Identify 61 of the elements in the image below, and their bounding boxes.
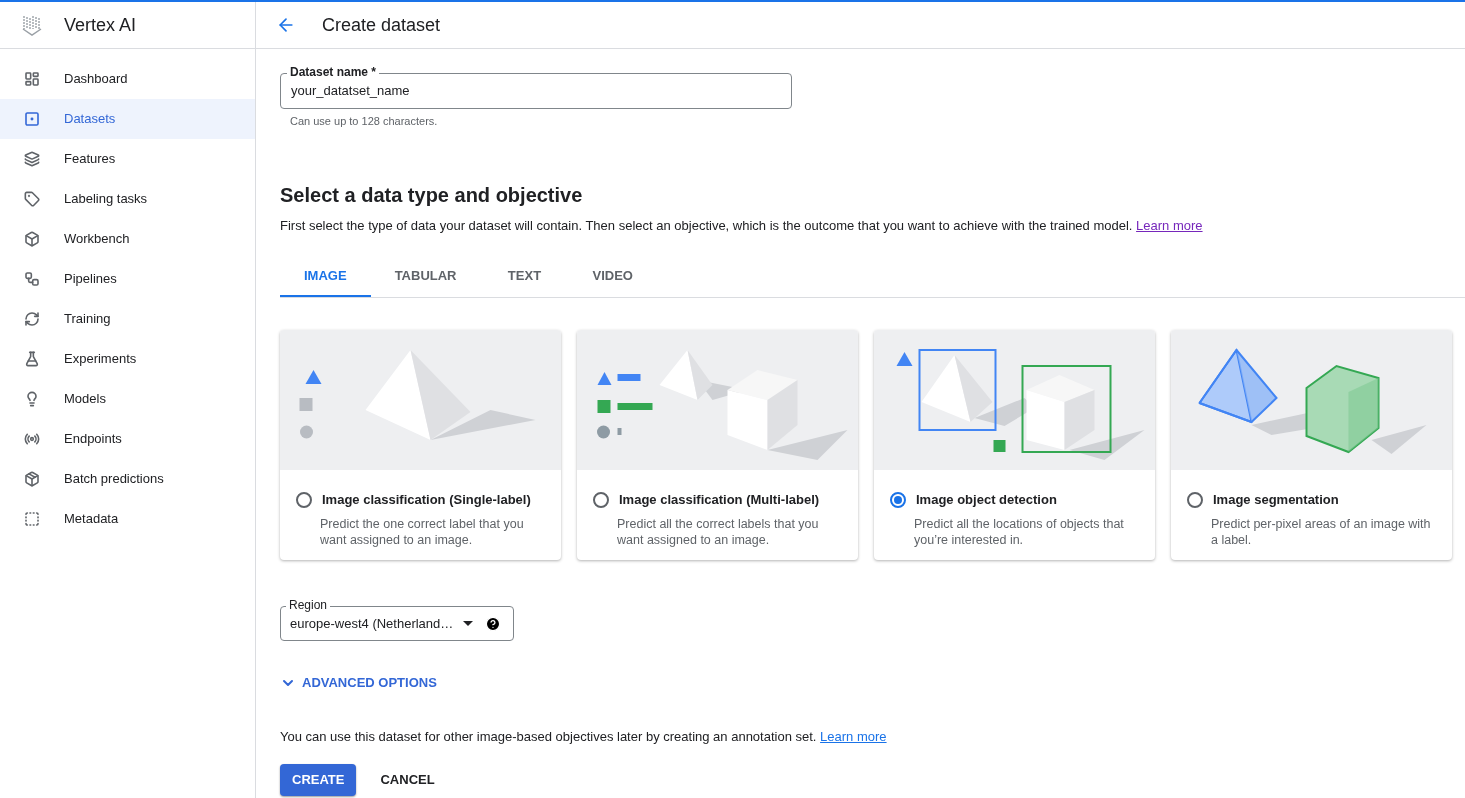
radio-button[interactable] [593,491,609,508]
objective-title: Image object detection [916,491,1057,509]
flask-icon [24,351,40,367]
sidebar-item[interactable]: Experiments [0,339,255,379]
radio-button[interactable] [1187,491,1203,508]
tag-icon [24,191,40,207]
package-icon [24,471,40,487]
field-value: your_datatset_name [291,82,410,101]
sidebar-item[interactable]: Batch predictions [0,459,255,499]
sidebar-item[interactable]: Pipelines [0,259,255,299]
layers-icon [24,151,40,167]
sidebar-item[interactable]: Models [0,379,255,419]
cancel-button[interactable]: CANCEL [364,764,451,796]
sidebar-item[interactable]: Datasets [0,99,255,139]
section-title: Select a data type and objective [280,182,584,208]
box-icon [24,231,40,247]
objective-title: Image segmentation [1213,491,1339,509]
radio-button[interactable] [890,491,906,508]
sidebar-item[interactable]: Features [0,139,255,179]
sidebar-item[interactable]: Labeling tasks [0,179,255,219]
sidebar-item[interactable]: Workbench [0,219,255,259]
flow-icon [24,271,40,287]
radio-button[interactable] [296,491,312,508]
dashboard-icon [24,71,40,87]
sidebar-item[interactable]: Training [0,299,255,339]
objective-description: Predict per-pixel areas of an image with a label. [1211,515,1432,548]
data-type-tab[interactable]: IMAGE [280,257,371,297]
learn-more-link[interactable]: Learn more [1136,217,1203,233]
refresh-icon [24,311,40,327]
section-description: First select the type of data your dataset will contain. Then select an objective, which is the outcome that you want to achieve with the trained model. Learn more [280,216,1204,235]
page-title: Create dataset [322,13,441,37]
data-type-tab[interactable]: VIDEO [568,257,657,297]
objective-card[interactable]: Image object detection Predict all the locations of objects that you’re interested in. [874,330,1155,560]
sidebar-item[interactable]: Dashboard [0,59,255,99]
sidebar-item[interactable]: Endpoints [0,419,255,459]
logo-icon [20,13,44,37]
dashed-square-icon [24,511,40,527]
app-name: Vertex AI [64,13,137,37]
objective-description: Predict the one correct label that you want assigned to an image. [320,515,525,548]
advanced-options-toggle[interactable]: ADVANCED OPTIONS [280,673,437,693]
data-type-tab[interactable]: TABULAR [370,257,481,297]
field-hint: Can use up to 128 characters. [290,114,439,129]
objective-title: Image classification (Single-label) [322,491,531,509]
learn-more-link[interactable]: Learn more [820,728,887,744]
grid-icon [24,111,40,127]
objective-card[interactable]: Image classification (Single-label) Predict the one correct label that you want assigned to an image. [280,330,561,560]
objective-title: Image classification (Multi-label) [619,491,820,509]
create-button[interactable]: CREATE [280,764,357,796]
help-icon[interactable] [485,615,501,632]
dropdown-caret-icon [463,621,474,626]
objective-card[interactable]: Image segmentation Predict per-pixel areas of an image with a label. [1171,330,1452,560]
annotation-note: You can use this dataset for other image-based objectives later by creating an annotation set. Learn more [280,727,888,746]
lightbulb-icon [24,391,40,407]
objective-card[interactable]: Image classification (Multi-label) Predict all the correct labels that you want assigned to an image. [577,330,858,560]
sidebar-item[interactable]: Metadata [0,499,255,539]
data-type-tab[interactable]: TEXT [480,257,569,297]
field-label: Region [286,597,331,613]
objective-description: Predict all the correct labels that you want assigned to an image. [617,515,820,548]
region-value: europe-west4 (Netherland… [290,614,454,633]
objective-description: Predict all the locations of objects that you’re interested in. [914,515,1125,548]
broadcast-icon [24,431,40,447]
